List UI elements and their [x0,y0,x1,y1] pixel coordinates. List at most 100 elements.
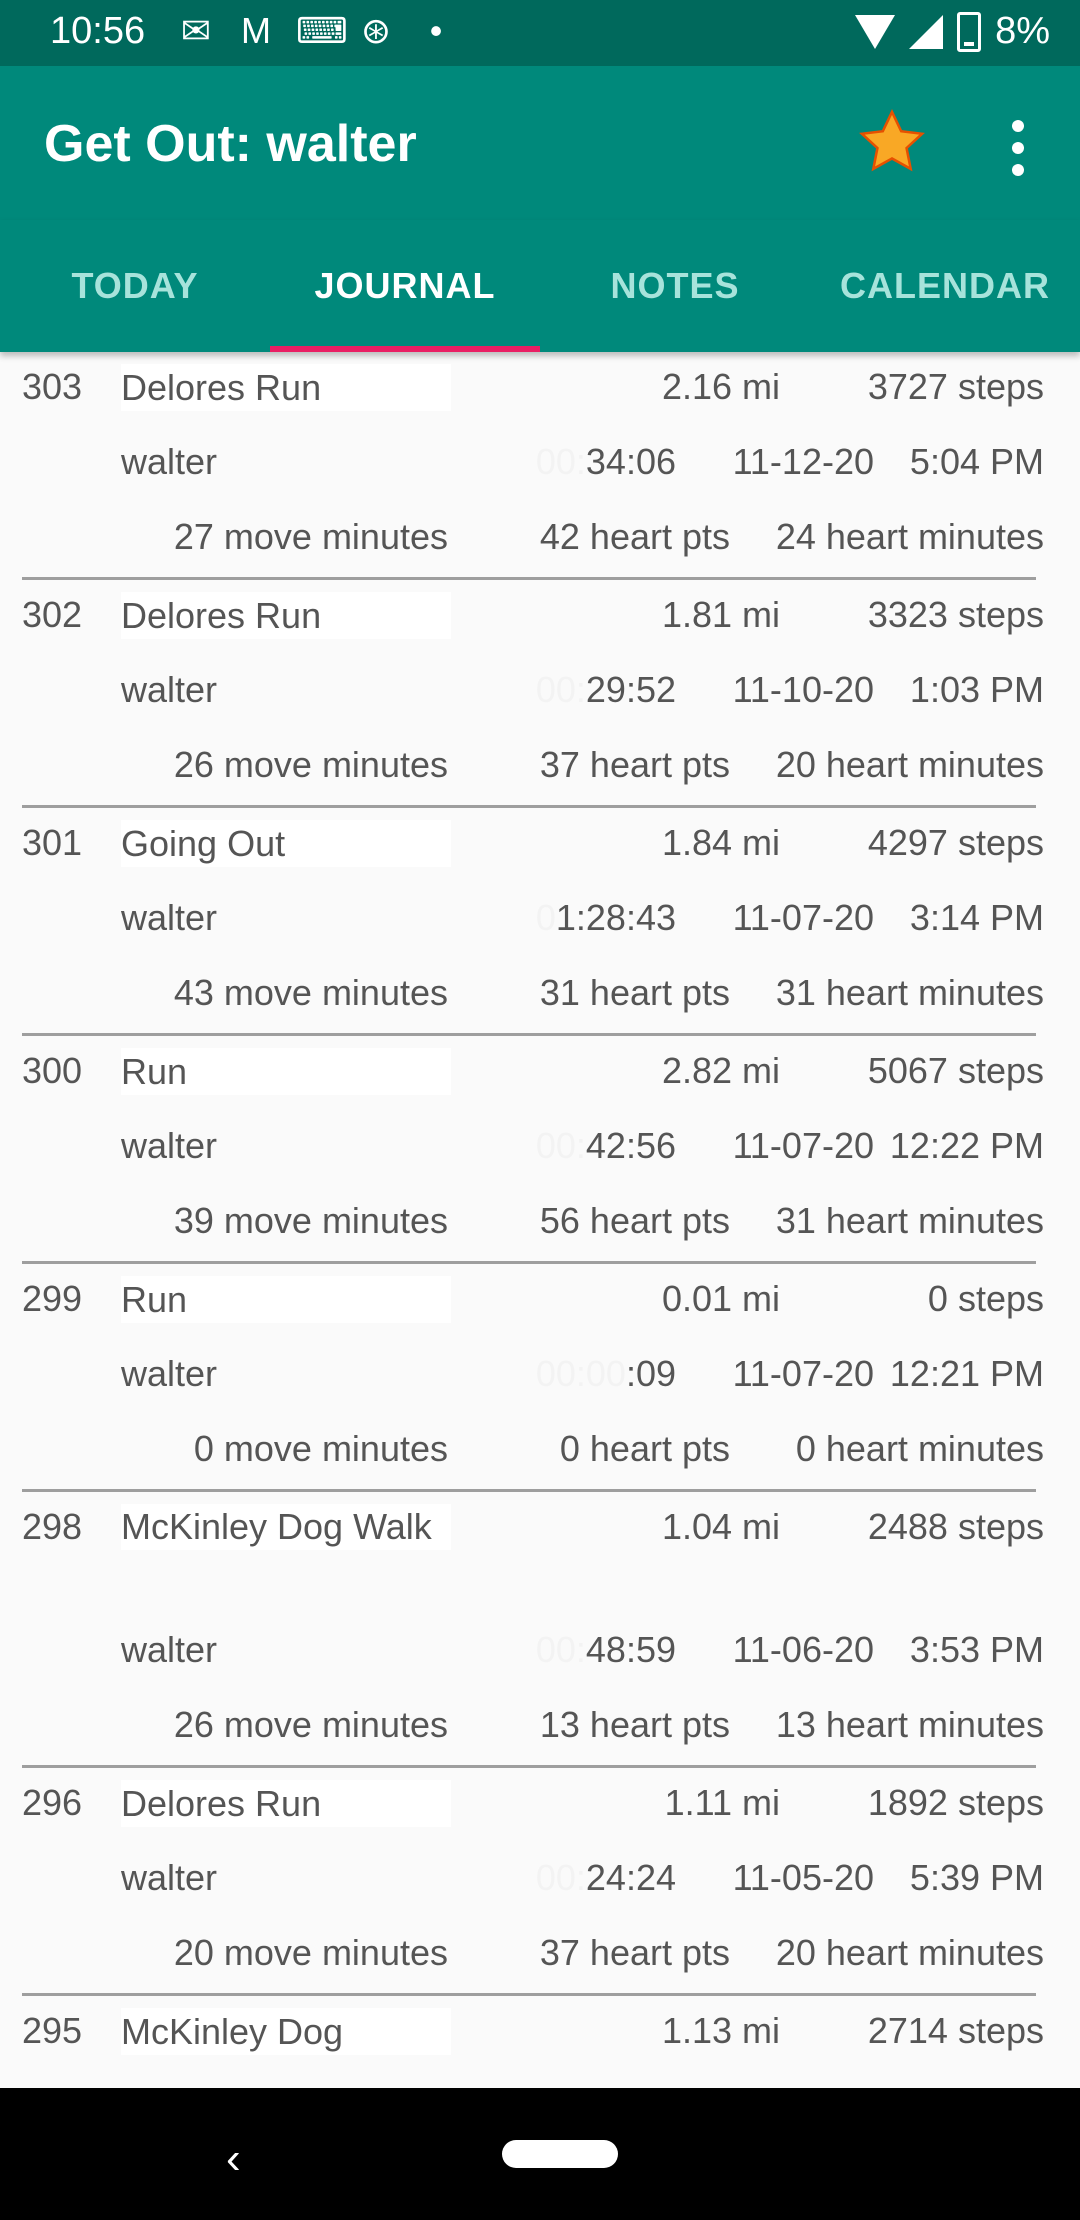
entry-number: 295 [22,2010,83,2051]
entry-move-minutes: 26 move minutes [173,1704,448,1745]
status-bar: 10:56 ✉ M ⌨ ⊛ • 8% [0,0,1080,66]
duration-hidden-part: 00: [535,1629,586,1670]
journal-entry[interactable]: 298 McKinley Dog Walk 1.04 mi 2488 steps… [22,1492,1044,1768]
dot-icon: • [429,10,443,51]
entry-distance: 2.82 mi [661,1050,780,1091]
entry-date: 11-07-20 [732,1125,874,1166]
entry-distance: 1.81 mi [661,594,780,635]
entry-time: 3:14 PM [909,897,1044,938]
entry-name[interactable]: Delores Run [121,1780,451,1827]
tab-today[interactable]: TODAY [0,220,270,352]
wifi-icon [855,14,896,49]
duration-hidden-part: 00: [535,669,586,710]
entry-name[interactable]: Delores Run [121,364,451,411]
entry-steps: 3727 steps [867,366,1044,407]
entry-name[interactable]: Going Out [121,820,451,867]
entry-time: 12:21 PM [889,1353,1044,1394]
entry-name[interactable]: Delores Run [121,592,451,639]
mail-icon: ✉ [180,10,212,51]
entry-user: walter [121,1629,218,1670]
duration-hidden-part: 00: [535,1857,586,1898]
tab-notes[interactable]: NOTES [540,220,810,352]
sync-icon: ⊛ [360,10,392,51]
journal-entry[interactable]: 301 Going Out 1.84 mi 4297 steps walter … [22,808,1044,1036]
entry-heart-pts: 37 heart pts [539,1932,730,1973]
entry-heart-pts: 56 heart pts [539,1200,730,1241]
entry-move-minutes: 20 move minutes [173,1932,448,1973]
entry-name[interactable]: McKinley Dog Walk [121,1504,451,1550]
entry-move-minutes: 39 move minutes [173,1200,448,1241]
home-pill-icon[interactable] [502,2140,618,2168]
entry-move-minutes: 27 move minutes [173,516,448,557]
duration-hidden-part: 00:00 [535,1353,626,1394]
system-nav-bar: ‹ [0,2088,1080,2220]
journal-entry[interactable]: 303 Delores Run 2.16 mi 3727 steps walte… [22,352,1044,580]
entry-steps: 3323 steps [867,594,1044,635]
entry-number: 300 [22,1050,83,1091]
duration-value: 29:52 [585,669,676,710]
entry-user: walter [121,441,218,482]
entry-name[interactable]: Run [121,1048,451,1095]
entry-heart-minutes: 20 heart minutes [775,1932,1044,1973]
entry-date: 11-05-20 [732,1857,874,1898]
entry-number: 298 [22,1506,83,1547]
entry-user: walter [121,1125,218,1166]
entry-time: 12:22 PM [889,1125,1044,1166]
overflow-menu-icon[interactable] [996,114,1040,176]
entry-duration: 00:24:24 [502,1857,676,1899]
duration-hidden-part: 00: [535,1125,586,1166]
duration-value: 1:28:43 [555,897,676,938]
entry-number: 299 [22,1278,83,1319]
status-time: 10:56 [50,10,146,52]
entry-date: 11-12-20 [732,441,874,482]
entry-distance: 1.11 mi [664,1782,780,1823]
entry-distance: 1.13 mi [661,2010,780,2051]
entry-heart-minutes: 13 heart minutes [775,1704,1044,1745]
entry-name[interactable]: Run [121,1276,451,1323]
entry-date: 11-07-20 [732,897,874,938]
entry-heart-pts: 0 heart pts [559,1428,730,1469]
system-icons: 8% [855,10,1050,53]
entry-duration: 00:34:06 [502,441,676,483]
entry-heart-pts: 13 heart pts [539,1704,730,1745]
entry-heart-minutes: 24 heart minutes [775,516,1044,557]
entry-name[interactable]: McKinley Dog [121,2008,451,2055]
entry-steps: 2488 steps [867,1506,1044,1547]
entry-duration: 00:00:09 [502,1353,676,1395]
duration-value: 48:59 [585,1629,676,1670]
entry-steps: 0 steps [927,1278,1044,1319]
entry-number: 303 [22,366,83,407]
entry-duration: 00:29:52 [502,669,676,711]
duration-value: 42:56 [585,1125,676,1166]
journal-entry[interactable]: 299 Run 0.01 mi 0 steps walter 00:00:09 … [22,1264,1044,1492]
journal-entry[interactable]: 295 McKinley Dog 1.13 mi 2714 steps [22,1996,1044,2071]
tab-calendar[interactable]: CALENDAR [810,220,1080,352]
entry-number: 302 [22,594,83,635]
tab-journal[interactable]: JOURNAL [270,220,540,352]
back-icon[interactable]: ‹ [226,2134,241,2184]
entry-user: walter [121,1353,218,1394]
journal-list[interactable]: 303 Delores Run 2.16 mi 3727 steps walte… [0,352,1080,2088]
entry-heart-pts: 42 heart pts [539,516,730,557]
journal-entry[interactable]: 302 Delores Run 1.81 mi 3323 steps walte… [22,580,1044,808]
journal-entry[interactable]: 296 Delores Run 1.11 mi 1892 steps walte… [22,1768,1044,1996]
star-icon[interactable] [854,104,930,180]
battery-percent: 8% [995,10,1050,52]
entry-distance: 0.01 mi [661,1278,780,1319]
notification-icons: ✉ M ⌨ ⊛ • [176,10,456,52]
entry-heart-minutes: 31 heart minutes [775,972,1044,1013]
entry-user: walter [121,897,218,938]
entry-duration: 00:42:56 [502,1125,676,1167]
duration-value: :09 [625,1353,676,1394]
entry-distance: 1.84 mi [661,822,780,863]
entry-heart-pts: 37 heart pts [539,744,730,785]
duration-value: 24:24 [585,1857,676,1898]
app-bar: Get Out: walter [0,66,1080,220]
entry-duration: 00:48:59 [502,1629,676,1671]
journal-entry[interactable]: 300 Run 2.82 mi 5067 steps walter 00:42:… [22,1036,1044,1264]
entry-steps: 4297 steps [867,822,1044,863]
entry-time: 1:03 PM [909,669,1044,710]
entry-time: 5:04 PM [909,441,1044,482]
entry-heart-minutes: 31 heart minutes [775,1200,1044,1241]
gmail-icon: M [241,10,271,51]
